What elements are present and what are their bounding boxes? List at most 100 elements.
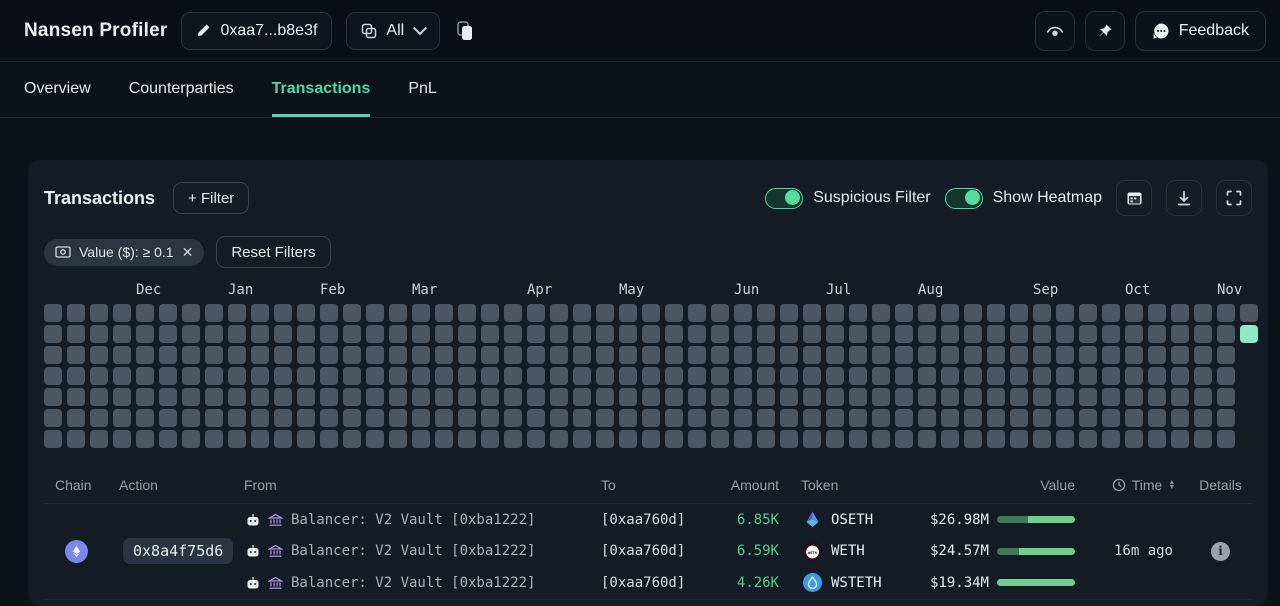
heatmap-cell[interactable] xyxy=(297,346,315,364)
heatmap-cell[interactable] xyxy=(780,304,798,322)
heatmap-cell[interactable] xyxy=(1102,409,1120,427)
heatmap-cell[interactable] xyxy=(596,430,614,448)
heatmap-cell[interactable] xyxy=(320,388,338,406)
heatmap-cell[interactable] xyxy=(1056,304,1074,322)
heatmap-cell[interactable] xyxy=(826,409,844,427)
heatmap-cell[interactable] xyxy=(1194,346,1212,364)
heatmap-cell[interactable] xyxy=(90,388,108,406)
heatmap-cell[interactable] xyxy=(1194,367,1212,385)
heatmap-cell[interactable] xyxy=(458,325,476,343)
heatmap-cell[interactable] xyxy=(1217,388,1235,406)
heatmap-cell[interactable] xyxy=(1171,409,1189,427)
heatmap-cell[interactable] xyxy=(987,325,1005,343)
heatmap-cell[interactable] xyxy=(274,409,292,427)
heatmap-cell[interactable] xyxy=(596,388,614,406)
pin-button[interactable] xyxy=(1085,11,1125,51)
heatmap-cell[interactable] xyxy=(366,409,384,427)
heatmap-cell[interactable] xyxy=(895,409,913,427)
heatmap-cell[interactable] xyxy=(136,346,154,364)
heatmap-cell[interactable] xyxy=(1033,346,1051,364)
heatmap-cell[interactable] xyxy=(757,367,775,385)
heatmap-cell[interactable] xyxy=(389,325,407,343)
heatmap-cell[interactable] xyxy=(205,430,223,448)
heatmap-cell[interactable] xyxy=(665,325,683,343)
heatmap-cell[interactable] xyxy=(665,346,683,364)
heatmap-cell[interactable] xyxy=(182,388,200,406)
heatmap-cell[interactable] xyxy=(642,388,660,406)
heatmap-cell[interactable] xyxy=(918,409,936,427)
chain-select-dropdown[interactable]: All xyxy=(346,12,440,50)
close-icon[interactable]: ✕ xyxy=(182,244,194,261)
heatmap-cell[interactable] xyxy=(113,304,131,322)
heatmap-cell[interactable] xyxy=(964,325,982,343)
heatmap-cell[interactable] xyxy=(527,346,545,364)
heatmap-cell[interactable] xyxy=(642,325,660,343)
heatmap-cell[interactable] xyxy=(849,409,867,427)
heatmap-cell[interactable] xyxy=(297,367,315,385)
col-time[interactable]: Time ▲▼ xyxy=(1096,477,1191,493)
heatmap-cell[interactable] xyxy=(1240,325,1258,343)
heatmap-cell[interactable] xyxy=(1056,367,1074,385)
tab-pnl[interactable]: PnL xyxy=(408,62,436,117)
heatmap-cell[interactable] xyxy=(481,325,499,343)
heatmap-cell[interactable] xyxy=(1125,430,1143,448)
heatmap-cell[interactable] xyxy=(1148,409,1166,427)
from-entry[interactable]: Balancer: V2 Vault [0xba1222] xyxy=(233,567,590,599)
heatmap-cell[interactable] xyxy=(481,430,499,448)
heatmap-cell[interactable] xyxy=(251,430,269,448)
heatmap-cell[interactable] xyxy=(895,325,913,343)
heatmap-cell[interactable] xyxy=(1010,367,1028,385)
heatmap-cell[interactable] xyxy=(734,346,752,364)
heatmap-cell[interactable] xyxy=(895,346,913,364)
heatmap-cell[interactable] xyxy=(182,367,200,385)
heatmap-cell[interactable] xyxy=(872,346,890,364)
col-from[interactable]: From xyxy=(233,477,590,493)
heatmap-cell[interactable] xyxy=(1010,325,1028,343)
heatmap-cell[interactable] xyxy=(596,304,614,322)
heatmap-cell[interactable] xyxy=(711,325,729,343)
heatmap-cell[interactable] xyxy=(573,346,591,364)
heatmap-cell[interactable] xyxy=(803,409,821,427)
heatmap-cell[interactable] xyxy=(665,388,683,406)
heatmap-cell[interactable] xyxy=(228,325,246,343)
heatmap-cell[interactable] xyxy=(159,367,177,385)
heatmap-cell[interactable] xyxy=(274,367,292,385)
value-filter-chip[interactable]: Value ($): ≥ 0.1 ✕ xyxy=(44,239,204,266)
heatmap-cell[interactable] xyxy=(757,304,775,322)
heatmap-cell[interactable] xyxy=(1102,388,1120,406)
col-to[interactable]: To xyxy=(590,477,712,493)
heatmap-cell[interactable] xyxy=(1056,388,1074,406)
heatmap-cell[interactable] xyxy=(67,430,85,448)
heatmap-cell[interactable] xyxy=(987,388,1005,406)
heatmap-cell[interactable] xyxy=(619,430,637,448)
heatmap-cell[interactable] xyxy=(205,325,223,343)
heatmap-cell[interactable] xyxy=(1125,367,1143,385)
heatmap-cell[interactable] xyxy=(711,388,729,406)
heatmap-cell[interactable] xyxy=(803,346,821,364)
heatmap-cell[interactable] xyxy=(1079,409,1097,427)
heatmap-cell[interactable] xyxy=(1010,430,1028,448)
heatmap-cell[interactable] xyxy=(527,409,545,427)
heatmap-cell[interactable] xyxy=(619,304,637,322)
heatmap-cell[interactable] xyxy=(343,304,361,322)
heatmap-cell[interactable] xyxy=(734,388,752,406)
heatmap-cell[interactable] xyxy=(826,325,844,343)
heatmap-cell[interactable] xyxy=(757,388,775,406)
heatmap-cell[interactable] xyxy=(205,346,223,364)
heatmap-cell[interactable] xyxy=(573,325,591,343)
heatmap-cell[interactable] xyxy=(711,346,729,364)
heatmap-cell[interactable] xyxy=(619,367,637,385)
heatmap-cell[interactable] xyxy=(895,367,913,385)
heatmap-cell[interactable] xyxy=(1010,409,1028,427)
heatmap-cell[interactable] xyxy=(987,367,1005,385)
from-entry[interactable]: Balancer: V2 Vault [0xba1222] xyxy=(233,504,590,536)
heatmap-cell[interactable] xyxy=(711,367,729,385)
heatmap-cell[interactable] xyxy=(665,304,683,322)
heatmap-cell[interactable] xyxy=(412,325,430,343)
heatmap-cell[interactable] xyxy=(573,367,591,385)
heatmap-cell[interactable] xyxy=(1079,325,1097,343)
heatmap-cell[interactable] xyxy=(941,304,959,322)
watch-button[interactable] xyxy=(1035,11,1075,51)
heatmap-cell[interactable] xyxy=(872,388,890,406)
heatmap-cell[interactable] xyxy=(964,367,982,385)
